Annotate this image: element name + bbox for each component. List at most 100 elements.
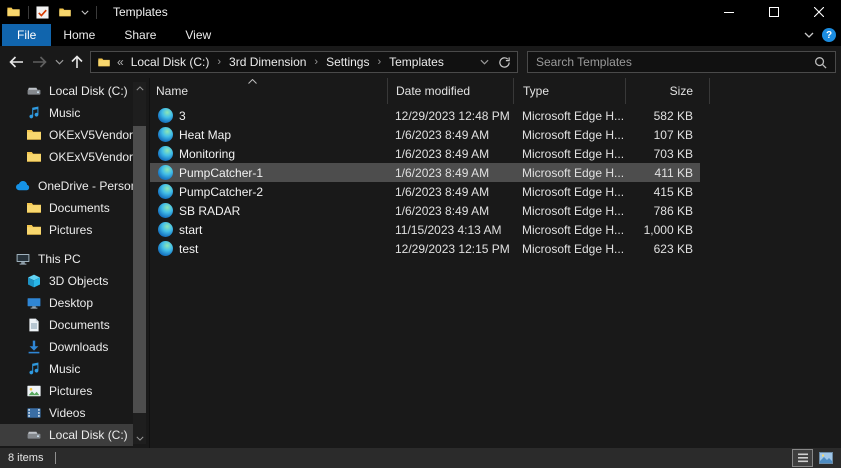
tab-home[interactable]: Home: [63, 28, 95, 42]
sidebar-item-local-disk-c[interactable]: Local Disk (C:): [0, 424, 133, 446]
edge-file-icon: [158, 165, 173, 180]
sidebar-item-downloads[interactable]: Downloads: [0, 336, 133, 358]
cube-icon: [26, 273, 42, 289]
edge-file-icon: [158, 203, 173, 218]
document-icon: [26, 317, 42, 333]
file-date-modified: 12/29/2023 12:48 PM: [387, 109, 513, 123]
scroll-down-icon[interactable]: [133, 432, 146, 444]
back-button[interactable]: [4, 50, 28, 74]
sidebar-item-documents[interactable]: Documents: [0, 197, 133, 219]
recent-locations-icon[interactable]: [52, 50, 66, 74]
download-icon: [26, 339, 42, 355]
help-icon[interactable]: ?: [822, 28, 836, 42]
search-box[interactable]: [527, 51, 836, 73]
column-header-spacer: [700, 78, 710, 104]
column-header-date-modified[interactable]: Date modified: [387, 78, 513, 104]
file-row-3[interactable]: 3 12/29/2023 12:48 PM Microsoft Edge H..…: [150, 106, 700, 125]
sidebar-item-desktop[interactable]: Desktop: [0, 292, 133, 314]
breadcrumb-overflow[interactable]: «: [113, 55, 130, 69]
address-dropdown-icon[interactable]: [480, 59, 489, 65]
titlebar-separator: [96, 6, 97, 19]
address-bar[interactable]: « Local Disk (C:) › 3rd Dimension › Sett…: [90, 51, 518, 73]
new-folder-icon[interactable]: [58, 6, 72, 19]
qat-dropdown-icon[interactable]: [81, 10, 89, 15]
expand-ribbon-icon[interactable]: [804, 32, 814, 38]
properties-check-icon[interactable]: [36, 6, 49, 19]
file-size: 411 KB: [625, 166, 700, 180]
sidebar-item-label: Pictures: [49, 384, 92, 398]
sidebar-item-label: This PC: [38, 252, 81, 266]
sidebar-item-videos[interactable]: Videos: [0, 402, 133, 424]
sidebar-item-music[interactable]: Music: [0, 102, 133, 124]
forward-button[interactable]: [28, 50, 52, 74]
sidebar-item-music[interactable]: Music: [0, 358, 133, 380]
search-input[interactable]: [536, 55, 814, 69]
close-button[interactable]: [796, 0, 841, 24]
sidebar-item-this-pc[interactable]: This PC: [0, 248, 133, 270]
thumbnail-view-button[interactable]: [816, 450, 835, 466]
file-type: Microsoft Edge H...: [513, 223, 625, 237]
file-row-test[interactable]: test 12/29/2023 12:15 PM Microsoft Edge …: [150, 239, 700, 258]
sidebar-item-onedrive-person[interactable]: OneDrive - Person: [0, 175, 133, 197]
breadcrumb-segment-settings[interactable]: Settings: [325, 55, 370, 69]
file-row-sb-radar[interactable]: SB RADAR 1/6/2023 8:49 AM Microsoft Edge…: [150, 201, 700, 220]
breadcrumb-segment-drive[interactable]: Local Disk (C:): [130, 55, 211, 69]
file-type: Microsoft Edge H...: [513, 242, 625, 256]
scrollbar-track[interactable]: [133, 94, 146, 432]
folder-icon: [26, 200, 42, 216]
minimize-button[interactable]: [706, 0, 751, 24]
breadcrumb-segment-3rd-dimension[interactable]: 3rd Dimension: [228, 55, 307, 69]
file-size: 786 KB: [625, 204, 700, 218]
file-size: 1,000 KB: [625, 223, 700, 237]
refresh-icon[interactable]: [498, 56, 511, 69]
sidebar-item-label: Documents: [49, 318, 110, 332]
sidebar-item-3d-objects[interactable]: 3D Objects: [0, 270, 133, 292]
navigation-pane: Local Disk (C:) Music OKExV5Vendor OKExV…: [0, 78, 150, 448]
file-row-pumpcatcher-2[interactable]: PumpCatcher-2 1/6/2023 8:49 AM Microsoft…: [150, 182, 700, 201]
scrollbar-thumb[interactable]: [133, 126, 146, 413]
sidebar-item-documents[interactable]: Documents: [0, 314, 133, 336]
sidebar-item-pictures[interactable]: Pictures: [0, 380, 133, 402]
sidebar-item-local-disk-c[interactable]: Local Disk (C:): [0, 80, 133, 102]
tab-view[interactable]: View: [185, 28, 211, 42]
file-type: Microsoft Edge H...: [513, 109, 625, 123]
column-header-size[interactable]: Size: [625, 78, 700, 104]
sort-ascending-icon: [248, 79, 257, 84]
file-row-pumpcatcher-1[interactable]: PumpCatcher-1 1/6/2023 8:49 AM Microsoft…: [150, 163, 700, 182]
sidebar-item-okexv5vendor[interactable]: OKExV5Vendor: [0, 146, 133, 168]
search-icon: [814, 56, 827, 69]
file-date-modified: 11/15/2023 4:13 AM: [387, 223, 513, 237]
status-bar: 8 items: [0, 448, 841, 468]
file-type: Microsoft Edge H...: [513, 204, 625, 218]
file-row-monitoring[interactable]: Monitoring 1/6/2023 8:49 AM Microsoft Ed…: [150, 144, 700, 163]
file-name-cell: test: [150, 241, 387, 256]
file-row-heat-map[interactable]: Heat Map 1/6/2023 8:49 AM Microsoft Edge…: [150, 125, 700, 144]
details-view-button[interactable]: [793, 450, 812, 466]
sidebar-scrollbar[interactable]: [133, 82, 146, 444]
app-folder-icon[interactable]: [6, 5, 21, 19]
statusbar-separator: [55, 452, 56, 464]
tab-file[interactable]: File: [2, 24, 51, 46]
sidebar-item-pictures[interactable]: Pictures: [0, 219, 133, 241]
column-header-type[interactable]: Type: [513, 78, 625, 104]
column-header-name[interactable]: Name: [150, 78, 387, 104]
file-date-modified: 1/6/2023 8:49 AM: [387, 147, 513, 161]
file-name-cell: PumpCatcher-2: [150, 184, 387, 199]
file-name-cell: SB RADAR: [150, 203, 387, 218]
scroll-up-icon[interactable]: [133, 82, 146, 94]
maximize-button[interactable]: [751, 0, 796, 24]
window-title: Templates: [113, 5, 168, 19]
breadcrumb-segment-templates[interactable]: Templates: [388, 55, 445, 69]
up-button[interactable]: [66, 50, 88, 74]
file-row-start[interactable]: start 11/15/2023 4:13 AM Microsoft Edge …: [150, 220, 700, 239]
folder-icon: [26, 149, 42, 165]
column-headers: Name Date modified Type Size: [150, 78, 841, 104]
file-name: PumpCatcher-1: [179, 166, 263, 180]
tab-share[interactable]: Share: [124, 28, 156, 42]
address-folder-icon: [97, 56, 111, 69]
sidebar-item-label: Videos: [49, 406, 85, 420]
sidebar-item-okexv5vendor[interactable]: OKExV5Vendor: [0, 124, 133, 146]
edge-file-icon: [158, 222, 173, 237]
file-name-cell: Monitoring: [150, 146, 387, 161]
quick-access-toolbar: [36, 6, 89, 19]
